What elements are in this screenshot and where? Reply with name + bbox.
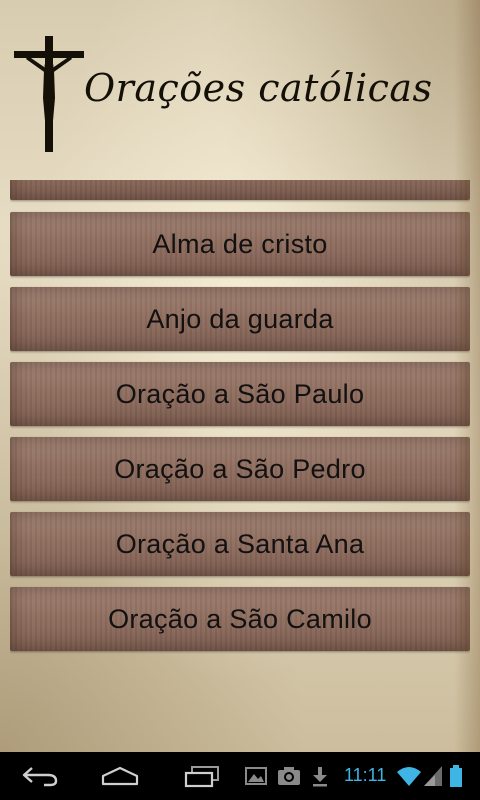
list-item-alma-de-cristo[interactable]: Alma de cristo [10,212,470,276]
list-item-label: Anjo da guarda [146,303,334,334]
crucifix-icon [14,36,84,152]
recent-apps-button[interactable] [180,752,224,800]
list-item-anjo-da-guarda[interactable]: Anjo da guarda [10,287,470,351]
list-item-sao-pedro[interactable]: Oração a São Pedro [10,437,470,501]
prayer-list[interactable]: Alma de cristo Anjo da guarda Oração a S… [10,180,470,660]
wifi-icon [397,767,421,786]
list-item-sao-camilo[interactable]: Oração a São Camilo [10,587,470,651]
camera-icon [278,767,300,785]
signal-icon [424,766,442,786]
gallery-icon [245,767,267,785]
list-item-partial[interactable] [10,180,470,200]
recent-apps-icon [184,766,219,788]
back-icon [22,767,58,787]
list-item-santa-ana[interactable]: Oração a Santa Ana [10,512,470,576]
back-button[interactable] [18,752,62,800]
app-header: Orações católicas [0,0,480,180]
battery-icon [450,765,462,787]
app-screen: Orações católicas Alma de cristo Anjo da… [0,0,480,752]
list-item-label: Oração a Santa Ana [115,528,365,559]
download-icon [313,767,327,787]
list-item-sao-paulo[interactable]: Oração a São Paulo [10,362,470,426]
home-button[interactable] [98,752,142,800]
list-item-label: Alma de cristo [152,228,328,259]
list-item-label: Oração a São Pedro [114,453,366,484]
home-icon [101,766,139,786]
list-item-label: Oração a São Camilo [108,603,372,634]
app-title: Orações católicas [84,66,433,110]
list-item-label: Oração a São Paulo [115,378,365,409]
status-clock: 11:11 [344,765,387,785]
system-navigation-bar: 11:11 [0,752,480,800]
